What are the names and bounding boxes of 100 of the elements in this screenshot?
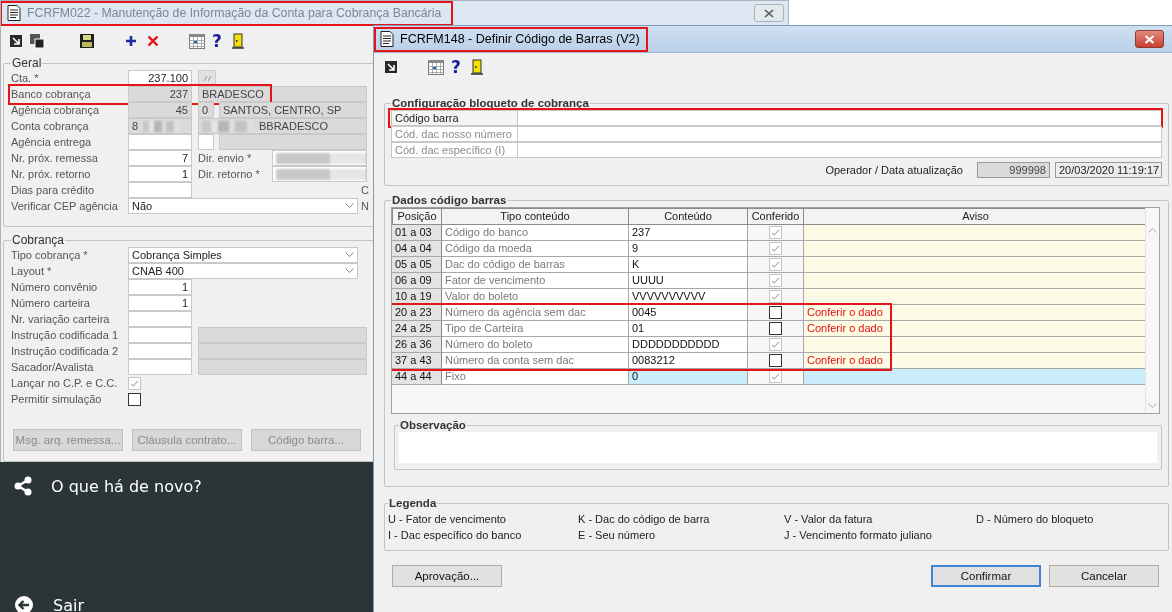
input-field[interactable]: 45 (128, 102, 192, 118)
group-title: Legenda (388, 496, 438, 510)
input-field[interactable]: SANTOS, CENTRO, SP (219, 102, 367, 118)
group-title: Geral (11, 56, 43, 70)
help-icon[interactable]: ? (451, 59, 461, 75)
input-field[interactable] (219, 134, 367, 150)
legend-item: K - Dac do código de barra (578, 512, 711, 526)
action-button[interactable]: Confirmar (931, 565, 1041, 587)
legend-item: E - Seu número (578, 528, 657, 542)
input-field[interactable]: 1 (128, 279, 192, 295)
input-field[interactable] (128, 134, 192, 150)
input-field[interactable]: 8 (128, 118, 192, 134)
input-field[interactable] (198, 343, 367, 359)
pixelated-block (202, 120, 254, 132)
door-icon[interactable] (230, 33, 245, 49)
input-field[interactable]: 1 (128, 295, 192, 311)
table-cell: Tipo de Carteira (442, 321, 629, 337)
field-label: Número carteira (11, 297, 91, 309)
field-label: Dias para crédito (11, 184, 96, 196)
delete-icon[interactable] (147, 35, 159, 47)
field-label: Nr. próx. retorno (11, 168, 92, 180)
input-field[interactable] (128, 343, 192, 359)
menu-item[interactable]: O que há de novo? (0, 474, 373, 498)
close-icon (764, 8, 774, 18)
action-button[interactable]: Cancelar (1049, 565, 1159, 587)
field-label: Conta cobrança (11, 120, 90, 132)
chevron-down-icon[interactable] (1148, 403, 1157, 409)
field-label: Instrução codificada 2 (11, 345, 119, 357)
plus-icon[interactable] (125, 35, 137, 47)
close-button[interactable] (754, 4, 784, 22)
dropdown[interactable]: CNAB 400 (128, 263, 358, 279)
pixelated-block (143, 120, 180, 132)
input-field[interactable]: BRADESCO (198, 86, 367, 102)
check-icon (770, 275, 781, 286)
check-icon (770, 291, 781, 302)
field-label: N (361, 200, 369, 212)
input-field[interactable] (128, 327, 192, 343)
checkbox[interactable] (769, 306, 782, 319)
input-field[interactable]: 0 (198, 102, 214, 118)
field-label: Sacador/Avalista (11, 361, 95, 373)
legend-item: J - Vencimento formato juliano (783, 528, 933, 542)
input-field[interactable] (272, 166, 367, 182)
field-label: Verificar CEP agência (11, 200, 119, 212)
table-cell: Código da moeda (442, 241, 629, 257)
table-cell: Número da agência sem dac (442, 305, 629, 321)
field-label: Instrução codificada 1 (11, 329, 119, 341)
input-field[interactable] (198, 327, 367, 343)
input-field[interactable] (128, 311, 192, 327)
chevron-up-icon[interactable] (1148, 227, 1157, 233)
input-field[interactable] (128, 359, 192, 375)
input-field[interactable]: BBRADESCO (198, 118, 367, 134)
input-field[interactable]: 1 (128, 166, 192, 182)
chevron-icon (345, 252, 354, 258)
field-label: Cta. * (11, 72, 40, 84)
field-label: Nr. variação carteira (11, 313, 111, 325)
input-field[interactable] (128, 182, 192, 198)
group-title: Observação (399, 418, 467, 432)
arrow-icon[interactable] (9, 34, 23, 48)
input-field[interactable] (198, 359, 367, 375)
check-icon (770, 227, 781, 238)
table-cell: 37 a 43 (392, 353, 442, 369)
check-icon (770, 243, 781, 254)
action-button[interactable]: Aprovação... (392, 565, 502, 587)
field-label: Cód. dac específico (I) (391, 142, 517, 158)
input-field[interactable]: 20/03/2020 11:19:17 (1055, 162, 1162, 178)
table-cell: 0083212 (629, 353, 748, 369)
windows-icon[interactable] (29, 33, 45, 49)
help-icon[interactable]: ? (212, 33, 222, 49)
document-icon (380, 31, 394, 47)
chevron-icon (345, 268, 354, 274)
dropdown[interactable]: Cobrança Simples (128, 247, 358, 263)
close-icon (1144, 34, 1155, 44)
input-field[interactable] (272, 150, 367, 166)
input-field[interactable] (517, 110, 1162, 126)
save-icon[interactable] (79, 33, 95, 49)
document-icon (7, 5, 21, 21)
calendar-icon[interactable] (189, 33, 205, 49)
table-cell: Número do boleto (442, 337, 629, 353)
field-label: Tipo cobrança * (11, 249, 89, 261)
checkbox[interactable] (128, 392, 141, 406)
menu-item[interactable]: Sair (0, 593, 373, 612)
field-label: Nr. próx. remessa (11, 152, 99, 164)
table-cell: 20 a 23 (392, 305, 442, 321)
close-button[interactable] (1135, 30, 1164, 48)
checkbox[interactable] (769, 354, 782, 367)
field-label: Operador / Data atualização (825, 164, 963, 176)
table-cell: Conferir o dado (804, 353, 1145, 369)
input-field[interactable]: 7 (128, 150, 192, 166)
table-cell: DDDDDDDDDDD (629, 337, 748, 353)
door-icon[interactable] (469, 59, 484, 75)
calendar-icon[interactable] (428, 59, 444, 75)
input-field[interactable]: 237 (128, 86, 192, 102)
check-icon (770, 371, 781, 382)
group-title: Configuração bloqueto de cobrança (391, 96, 590, 110)
input-field[interactable] (198, 134, 214, 150)
checkbox[interactable] (769, 322, 782, 335)
table-cell: Conferir o dado (804, 321, 1145, 337)
arrow-icon[interactable] (384, 60, 398, 74)
input-field[interactable]: 999998 (977, 162, 1050, 178)
dropdown[interactable]: Não (128, 198, 358, 214)
